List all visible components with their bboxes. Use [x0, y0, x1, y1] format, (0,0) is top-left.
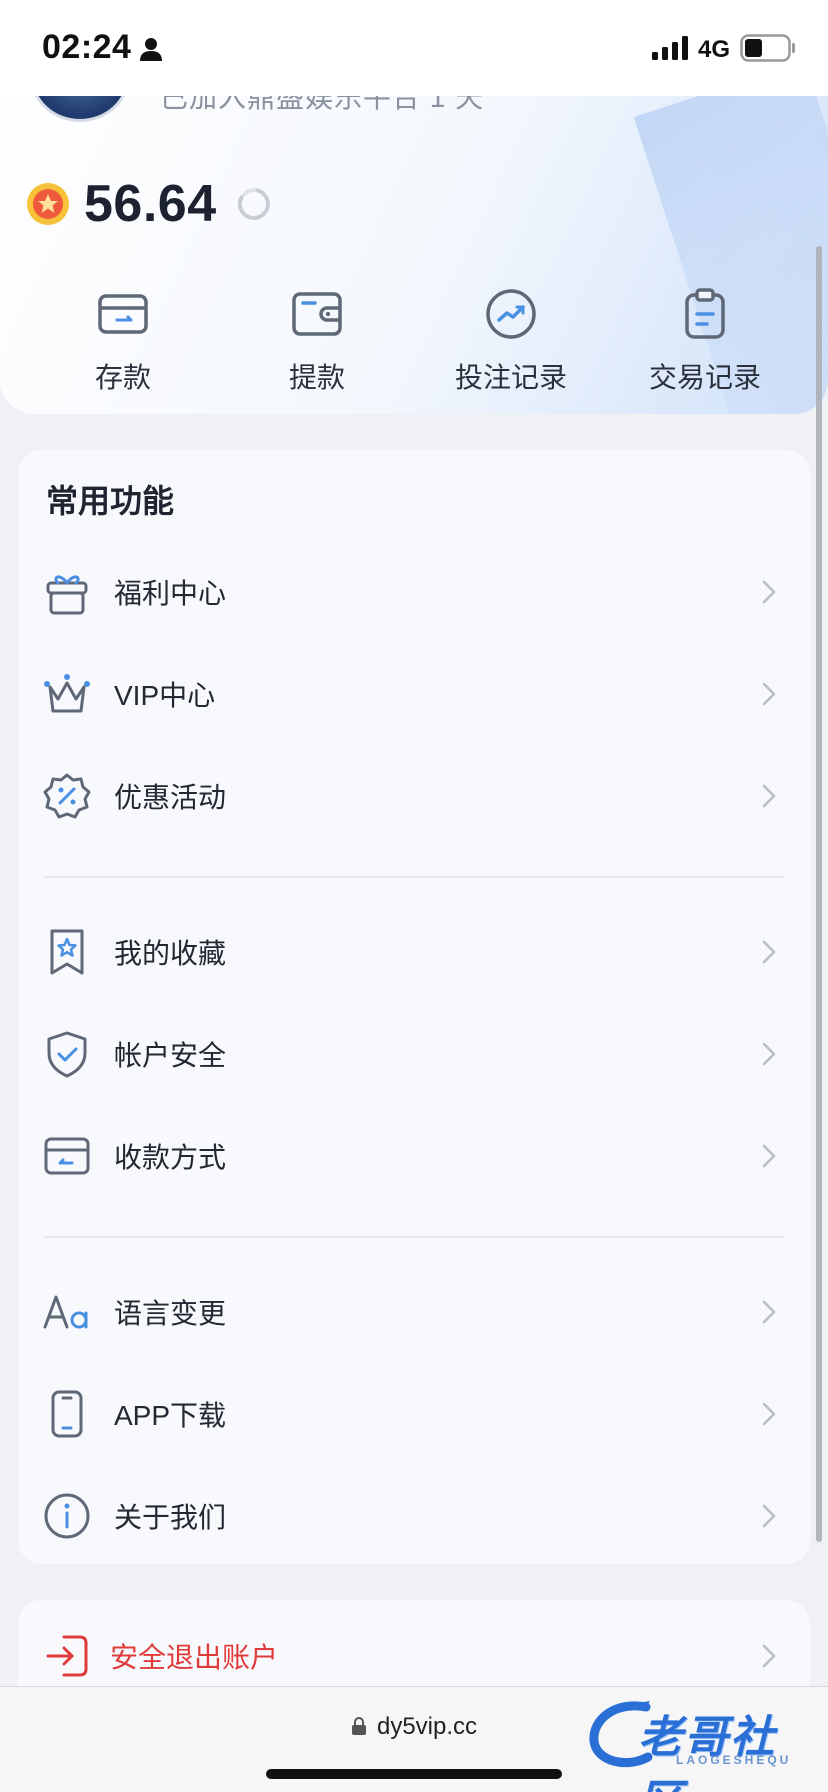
person-icon: [140, 38, 162, 61]
divider: [44, 1236, 784, 1238]
menu-item-vip-center[interactable]: VIP中心: [18, 646, 810, 742]
withdraw-button[interactable]: 提款: [242, 286, 392, 396]
chevron-right-icon: [762, 1144, 776, 1168]
signal-icon: [652, 36, 688, 60]
clipboard-icon: [685, 288, 725, 339]
battery-icon: [740, 34, 795, 62]
chevron-right-icon: [762, 682, 776, 706]
coin-icon: [27, 183, 69, 225]
scrollbar[interactable]: [816, 246, 822, 1542]
menu-label: 关于我们: [114, 1502, 227, 1533]
menu-item-favorites[interactable]: 我的收藏: [18, 904, 810, 1000]
lock-icon: [351, 1717, 366, 1735]
withdraw-label: 提款: [288, 362, 345, 393]
info-icon: [44, 1493, 90, 1539]
chevron-right-icon: [762, 580, 776, 604]
gift-icon: [46, 575, 88, 615]
menu-item-account-security[interactable]: 帐户安全: [18, 1006, 810, 1102]
trend-chart-icon: [486, 289, 536, 339]
transaction-records-label: 交易记录: [648, 362, 761, 393]
watermark-logo: 老哥社区 LAOGESHEQU: [586, 1695, 816, 1792]
menu-item-payment-methods[interactable]: 收款方式: [18, 1108, 810, 1204]
menu-label: 帐户安全: [114, 1040, 227, 1071]
deposit-button[interactable]: 存款: [48, 286, 198, 396]
menu-item-promotions[interactable]: 优惠活动: [18, 748, 810, 844]
menu-label: APP下载: [114, 1400, 227, 1431]
language-icon: [43, 1295, 88, 1329]
menu-item-welfare-center[interactable]: 福利中心: [18, 544, 810, 640]
quick-actions: 存款 提款 投注记录 交易记录: [0, 286, 828, 396]
bet-records-label: 投注记录: [454, 362, 567, 393]
shield-check-icon: [47, 1031, 87, 1078]
menu-label: 福利中心: [114, 578, 227, 609]
menu-item-language[interactable]: 语言变更: [18, 1264, 810, 1360]
menu-label: 我的收藏: [114, 938, 227, 969]
home-indicator[interactable]: [266, 1769, 562, 1779]
balance-row: 56.64: [26, 175, 273, 233]
deposit-label: 存款: [94, 362, 151, 393]
menu-label: 优惠活动: [114, 782, 227, 813]
browser-address-bar: dy5vip.cc 老哥社区 LAOGESHEQU: [0, 1686, 828, 1792]
menu-label: 语言变更: [114, 1298, 227, 1329]
chevron-right-icon: [762, 1402, 776, 1426]
discount-badge-icon: [43, 773, 91, 819]
chevron-right-icon: [762, 940, 776, 964]
menu-item-about-us[interactable]: 关于我们: [18, 1468, 810, 1564]
chevron-right-icon: [762, 784, 776, 808]
chevron-right-icon: [762, 1042, 776, 1066]
url-text: dy5vip.cc: [376, 1713, 478, 1740]
network-type: 4G: [698, 36, 731, 63]
transaction-records-button[interactable]: 交易记录: [630, 286, 780, 396]
menu-label: VIP中心: [114, 680, 216, 711]
refresh-icon[interactable]: [235, 185, 273, 223]
common-functions-card: 常用功能 福利中心 VIP中心 优惠活动 我的收藏 帐户安全 收款方式 语言变更…: [18, 450, 810, 1564]
card-icon: [44, 1137, 90, 1175]
wallet-icon: [292, 292, 342, 336]
logout-label: 安全退出账户: [110, 1642, 279, 1673]
watermark-subtext: LAOGESHEQU: [676, 1753, 792, 1767]
chevron-right-icon: [762, 1644, 776, 1668]
bet-records-button[interactable]: 投注记录: [436, 286, 586, 396]
divider: [44, 876, 784, 878]
balance-value: 56.64: [84, 175, 217, 233]
menu-label: 收款方式: [114, 1142, 227, 1173]
section-title: 常用功能: [46, 483, 175, 519]
chevron-right-icon: [762, 1300, 776, 1324]
chevron-right-icon: [762, 1504, 776, 1528]
watermark-text: 老哥社区: [638, 1713, 776, 1792]
status-time: 02:24: [42, 28, 132, 66]
phone-icon: [51, 1390, 83, 1438]
logout-icon: [46, 1635, 88, 1677]
status-bar: 02:24 4G: [0, 0, 828, 96]
crown-icon: [44, 674, 90, 713]
bookmark-star-icon: [50, 929, 84, 975]
menu-item-app-download[interactable]: APP下载: [18, 1366, 810, 1462]
deposit-icon: [98, 294, 148, 334]
